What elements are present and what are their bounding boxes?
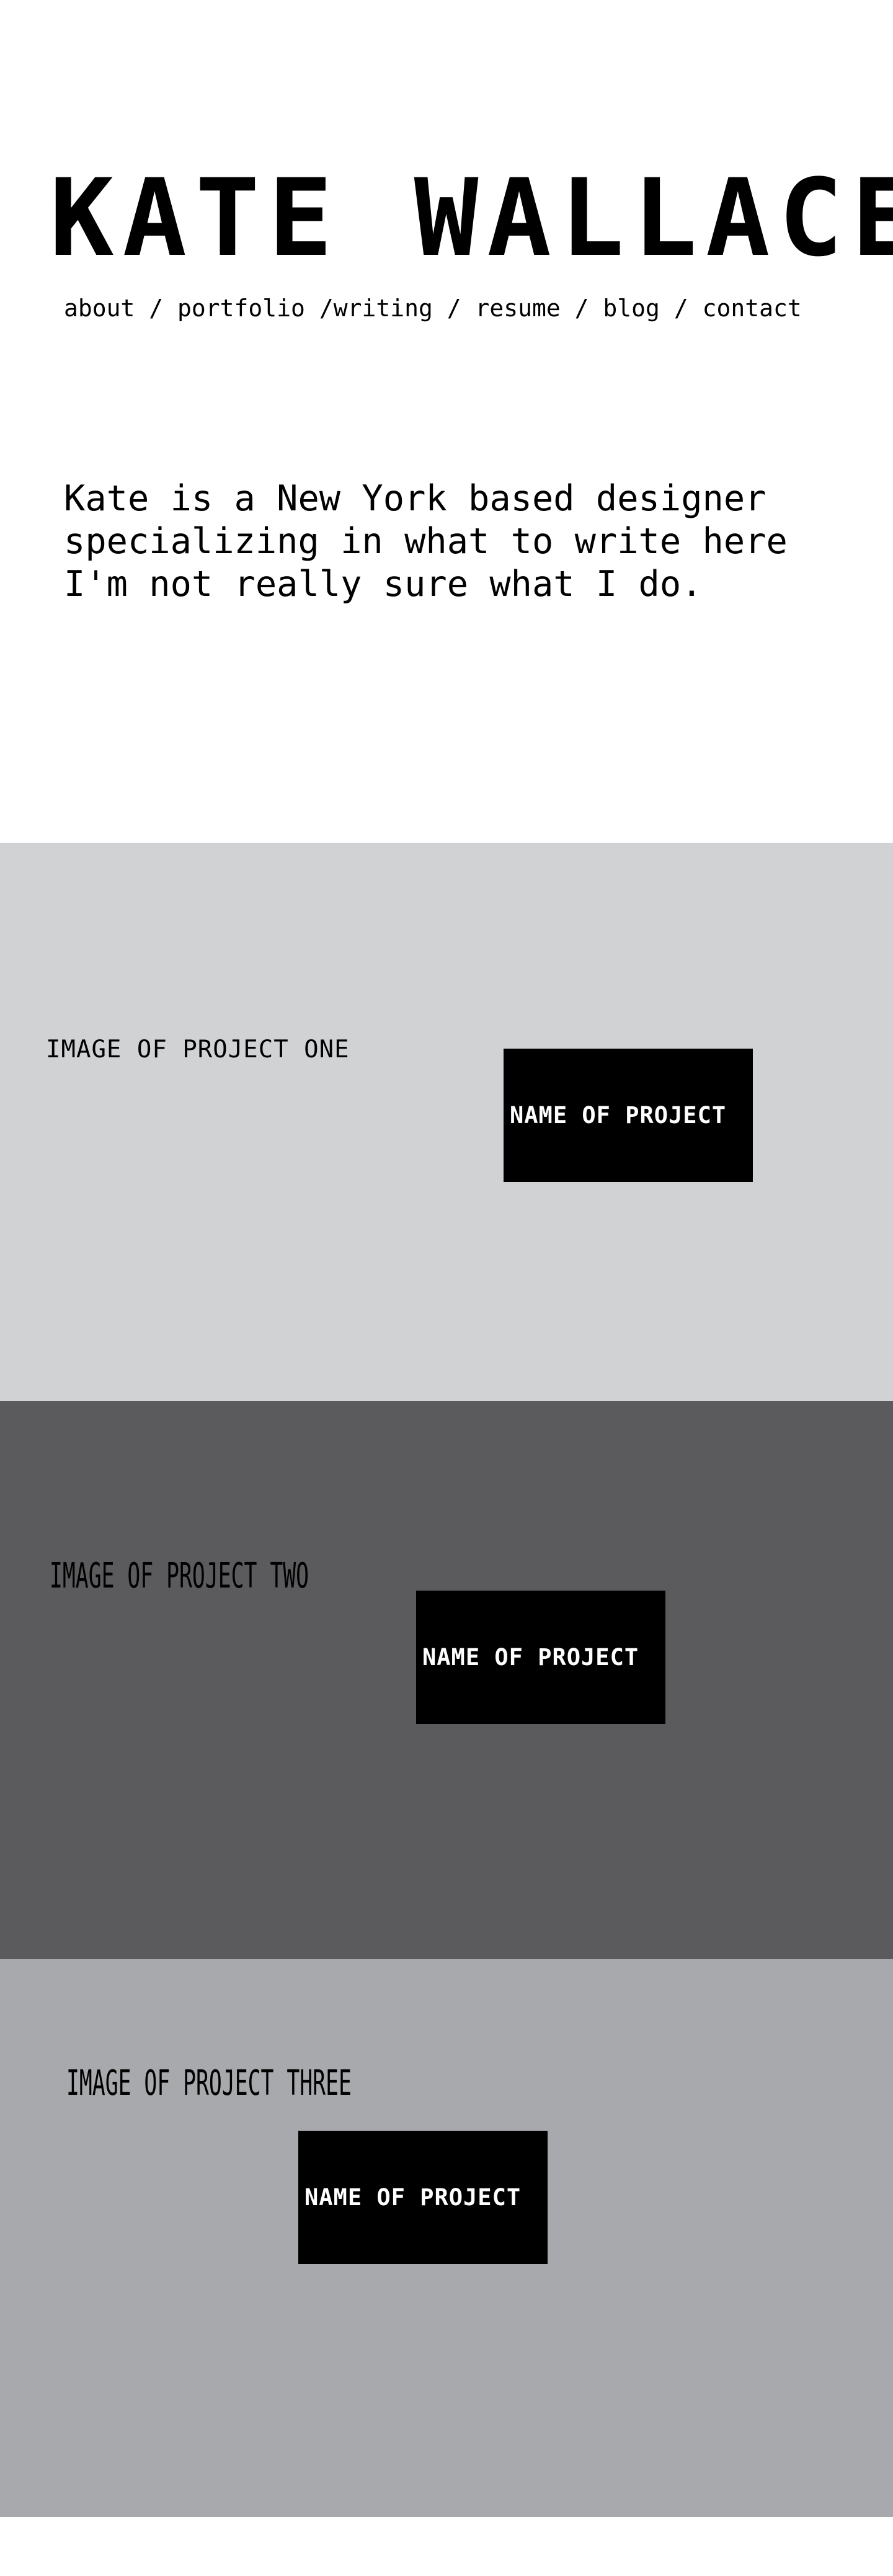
nav-separator: / xyxy=(659,295,703,322)
nav-link-portfolio[interactable]: portfolio xyxy=(177,295,305,322)
nav-link-about[interactable]: about xyxy=(64,295,135,322)
nav-link-resume[interactable]: resume xyxy=(476,295,561,322)
main-nav: about / portfolio /writing / resume / bl… xyxy=(64,293,802,323)
nav-link-writing[interactable]: writing xyxy=(334,295,433,322)
nav-separator: / xyxy=(304,295,334,322)
project-name-button[interactable]: NAME OF PROJECT xyxy=(416,1591,665,1724)
nav-separator: / xyxy=(432,295,476,322)
project-name-label: NAME OF PROJECT xyxy=(510,1101,727,1129)
project-name-button[interactable]: NAME OF PROJECT xyxy=(504,1049,753,1182)
project-section-one: IMAGE OF PROJECT ONE NAME OF PROJECT xyxy=(0,843,893,1401)
project-name-label: NAME OF PROJECT xyxy=(422,1643,639,1671)
project-name-label: NAME OF PROJECT xyxy=(304,2183,522,2211)
site-title: KATE WALLACE xyxy=(50,156,893,280)
nav-link-blog[interactable]: blog xyxy=(603,295,660,322)
project-section-two: IMAGE OF PROJECT TWO NAME OF PROJECT xyxy=(0,1401,893,1959)
page: KATE WALLACE about / portfolio /writing … xyxy=(0,0,893,2576)
nav-separator: / xyxy=(135,295,178,322)
project-image-placeholder: IMAGE OF PROJECT TWO xyxy=(50,1556,309,1596)
intro-text: Kate is a New York based designer specia… xyxy=(64,478,788,605)
project-section-three: IMAGE OF PROJECT THREE NAME OF PROJECT xyxy=(0,1959,893,2517)
project-image-placeholder: IMAGE OF PROJECT THREE xyxy=(66,2063,352,2103)
project-name-button[interactable]: NAME OF PROJECT xyxy=(298,2131,548,2264)
project-image-placeholder: IMAGE OF PROJECT ONE xyxy=(46,1036,350,1064)
nav-link-contact[interactable]: contact xyxy=(703,295,802,322)
nav-separator: / xyxy=(560,295,603,322)
